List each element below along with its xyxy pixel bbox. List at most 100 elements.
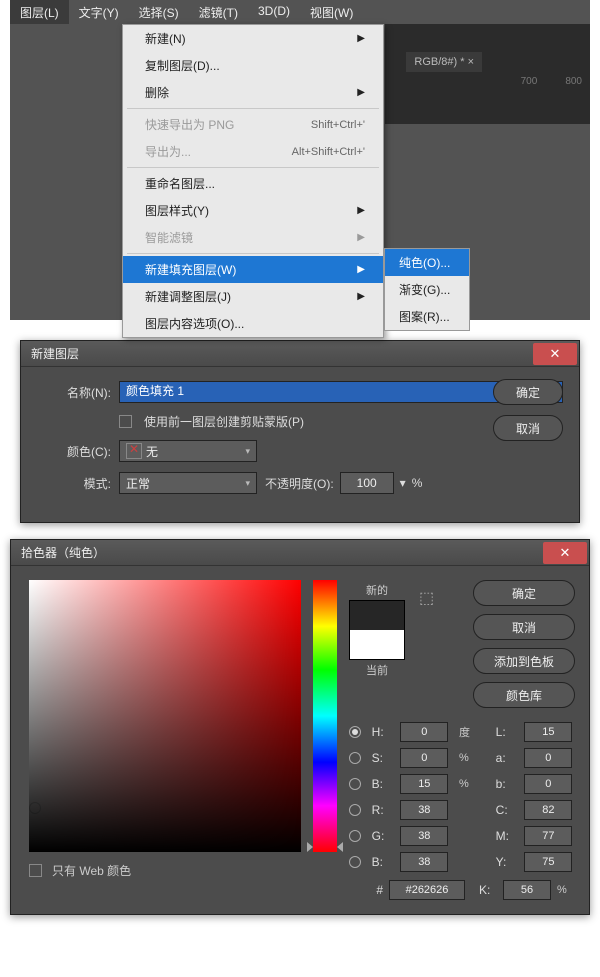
menu-delete[interactable]: 删除▶: [123, 79, 383, 106]
separator: [127, 108, 379, 109]
menu-duplicate-layer[interactable]: 复制图层(D)...: [123, 52, 383, 79]
titlebar[interactable]: 拾色器（纯色） ✕: [11, 540, 589, 566]
menu-new-adjust-layer[interactable]: 新建调整图层(J)▶: [123, 283, 383, 310]
ruler-area: [385, 24, 590, 124]
chevron-down-icon: ▾: [245, 446, 250, 457]
bv-input[interactable]: 15: [400, 774, 448, 794]
name-label: 名称(N):: [41, 384, 111, 401]
close-icon: ✕: [560, 545, 571, 561]
menu-new-fill-layer[interactable]: 新建填充图层(W)▶: [123, 256, 383, 283]
chevron-right-icon: ▶: [357, 205, 365, 216]
document-tab[interactable]: RGB/8#) * ×: [406, 52, 482, 72]
current-color-swatch[interactable]: [350, 630, 404, 659]
separator: [127, 167, 379, 168]
submenu-gradient[interactable]: 渐变(G)...: [385, 276, 469, 303]
y-input[interactable]: 75: [524, 852, 572, 872]
color-modes-grid: H:0度 L:15 S:0% a:0 B:15% b:0 R:38 C:82 G…: [349, 722, 575, 900]
add-swatch-button[interactable]: 添加到色板: [473, 648, 575, 674]
color-field[interactable]: [29, 580, 301, 852]
radio-g[interactable]: [349, 830, 361, 842]
hex-label: #: [376, 883, 383, 897]
ruler-800: 800: [565, 76, 582, 87]
menu-section: 图层(L) 文字(Y) 选择(S) 滤镜(T) 3D(D) 视图(W) RGB/…: [10, 0, 590, 320]
chevron-right-icon: ▶: [357, 87, 365, 98]
ok-button[interactable]: 确定: [473, 580, 575, 606]
opacity-label: 不透明度(O):: [265, 475, 334, 492]
r-input[interactable]: 38: [400, 800, 448, 820]
menu-new[interactable]: 新建(N)▶: [123, 25, 383, 52]
menu-layer[interactable]: 图层(L): [10, 0, 69, 24]
chevron-right-icon: ▶: [357, 232, 365, 243]
menu-select[interactable]: 选择(S): [129, 0, 189, 24]
new-color-label: 新的: [366, 582, 388, 598]
submenu-solid-color[interactable]: 纯色(O)...: [385, 249, 469, 276]
color-field-cursor[interactable]: [29, 802, 41, 814]
hue-slider[interactable]: [313, 580, 337, 852]
current-color-label: 当前: [366, 662, 388, 678]
clip-checkbox[interactable]: [119, 415, 132, 428]
opacity-input[interactable]: 100: [340, 472, 394, 494]
k-input[interactable]: 56: [503, 880, 551, 900]
menu-type[interactable]: 文字(Y): [69, 0, 129, 24]
cancel-button[interactable]: 取消: [493, 415, 563, 441]
radio-h[interactable]: [349, 726, 361, 738]
radio-b[interactable]: [349, 778, 361, 790]
menu-quick-export: 快速导出为 PNGShift+Ctrl+': [123, 111, 383, 138]
h-input[interactable]: 0: [400, 722, 448, 742]
menu-export-as: 导出为...Alt+Shift+Ctrl+': [123, 138, 383, 165]
menu-filter[interactable]: 滤镜(T): [189, 0, 248, 24]
a-input[interactable]: 0: [524, 748, 572, 768]
menu-3d[interactable]: 3D(D): [248, 0, 300, 24]
cube-icon[interactable]: ⬚: [419, 588, 434, 708]
ruler-700: 700: [521, 76, 538, 87]
menubar: 图层(L) 文字(Y) 选择(S) 滤镜(T) 3D(D) 视图(W): [10, 0, 590, 24]
menu-layer-content-options[interactable]: 图层内容选项(O)...: [123, 310, 383, 337]
color-select[interactable]: 无 ▾: [119, 440, 257, 462]
radio-r[interactable]: [349, 804, 361, 816]
mode-select[interactable]: 正常 ▾: [119, 472, 257, 494]
radio-s[interactable]: [349, 752, 361, 764]
radio-bc[interactable]: [349, 856, 361, 868]
dialog-title: 拾色器（纯色）: [21, 544, 105, 561]
menu-layer-style[interactable]: 图层样式(Y)▶: [123, 197, 383, 224]
hex-input[interactable]: #262626: [389, 880, 465, 900]
ok-button[interactable]: 确定: [493, 379, 563, 405]
fill-submenu: 纯色(O)... 渐变(G)... 图案(R)...: [384, 248, 470, 331]
new-layer-dialog: 新建图层 ✕ 确定 取消 名称(N): 颜色填充 1 使用前一图层创建剪贴蒙版(…: [20, 340, 580, 523]
c-input[interactable]: 82: [524, 800, 572, 820]
close-button[interactable]: ✕: [533, 343, 577, 365]
m-input[interactable]: 77: [524, 826, 572, 846]
menu-rename-layer[interactable]: 重命名图层...: [123, 170, 383, 197]
mode-label: 模式:: [41, 475, 111, 492]
menu-view[interactable]: 视图(W): [300, 0, 363, 24]
close-icon: ✕: [550, 346, 561, 362]
chevron-right-icon: ▶: [357, 264, 365, 275]
titlebar[interactable]: 新建图层 ✕: [21, 341, 579, 367]
bc-input[interactable]: 38: [400, 852, 448, 872]
color-library-button[interactable]: 颜色库: [473, 682, 575, 708]
g-input[interactable]: 38: [400, 826, 448, 846]
submenu-pattern[interactable]: 图案(R)...: [385, 303, 469, 330]
separator: [127, 253, 379, 254]
new-color-swatch: [350, 601, 404, 630]
opacity-unit: %: [412, 476, 423, 490]
chevron-right-icon: ▶: [357, 33, 365, 44]
chevron-right-icon: ▶: [357, 291, 365, 302]
cancel-button[interactable]: 取消: [473, 614, 575, 640]
dialog-title: 新建图层: [31, 345, 79, 362]
s-input[interactable]: 0: [400, 748, 448, 768]
web-only-checkbox[interactable]: [29, 864, 42, 877]
clip-label: 使用前一图层创建剪贴蒙版(P): [144, 413, 304, 430]
chevron-down-icon[interactable]: ▾: [400, 476, 406, 490]
color-preview: [349, 600, 405, 660]
ruler-numbers: 700 800: [521, 76, 590, 87]
layer-dropdown: 新建(N)▶ 复制图层(D)... 删除▶ 快速导出为 PNGShift+Ctr…: [122, 24, 384, 338]
hue-slider-handle[interactable]: [307, 842, 343, 852]
l-input[interactable]: 15: [524, 722, 572, 742]
none-swatch-icon: [126, 443, 142, 459]
chevron-down-icon: ▾: [245, 478, 250, 489]
web-only-label: 只有 Web 颜色: [52, 862, 131, 879]
close-button[interactable]: ✕: [543, 542, 587, 564]
b-lab-input[interactable]: 0: [524, 774, 572, 794]
color-label: 颜色(C):: [41, 443, 111, 460]
